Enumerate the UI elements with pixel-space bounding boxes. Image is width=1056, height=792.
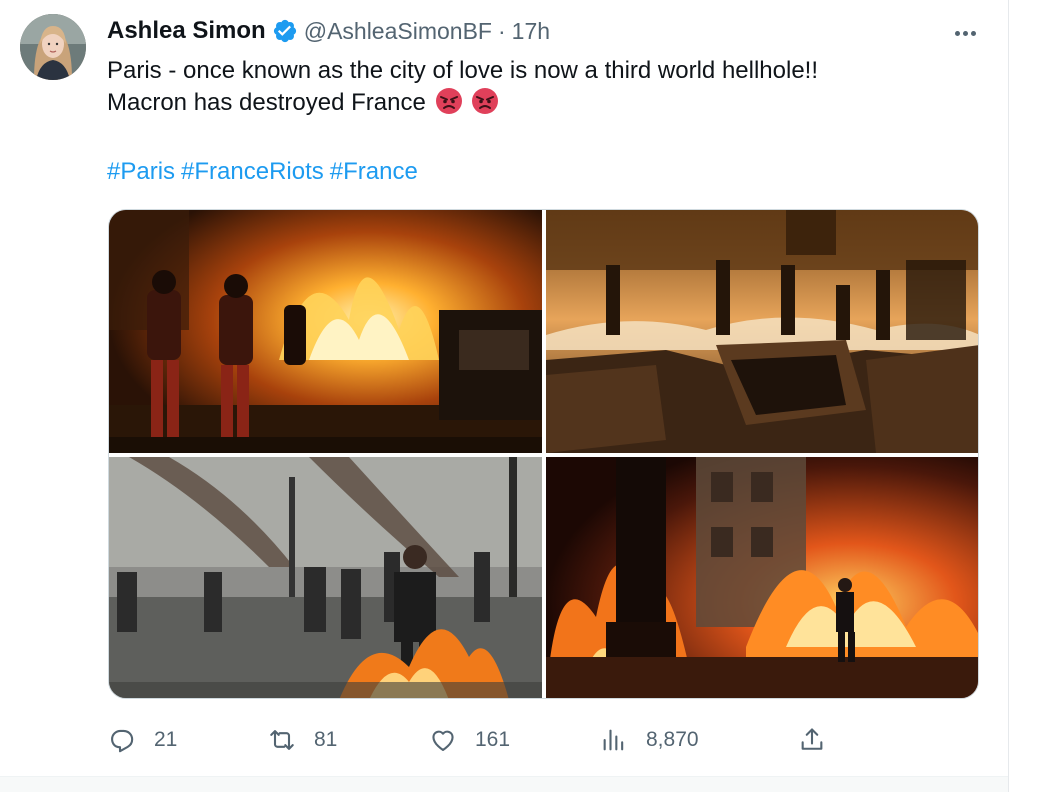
retweet-icon: [270, 730, 294, 750]
reply-icon: [111, 729, 134, 753]
share-button[interactable]: [798, 722, 826, 758]
tweet-card[interactable]: Ashlea Simon @AshleaSimonBF · 17h Paris …: [0, 0, 1008, 776]
hashtag-franceriots[interactable]: #FranceRiots: [181, 158, 324, 185]
author-display-name[interactable]: Ashlea Simon: [107, 17, 266, 45]
media-grid: [108, 209, 979, 699]
hashtag-france[interactable]: #France: [330, 158, 418, 185]
views-chart-icon: [603, 729, 624, 751]
author-handle[interactable]: @AshleaSimonBF: [304, 18, 492, 45]
separator-dot: ·: [497, 17, 506, 44]
timeline-border: [1008, 0, 1009, 792]
tweet-text-line-1: Paris - once known as the city of love i…: [107, 57, 819, 84]
media-photo-2[interactable]: [546, 210, 978, 453]
like-count: 161: [475, 728, 511, 751]
photo-eiffel-tower-protesters-fire: [109, 457, 542, 698]
retweet-count: 81: [314, 728, 338, 751]
photo-man-running-from-flames: [546, 457, 978, 698]
tweet-actions-bar: 21 81 161 8,870: [0, 722, 1008, 758]
heart-icon: [432, 730, 454, 751]
hashtag-paris[interactable]: #Paris: [107, 158, 175, 185]
reply-count: 21: [154, 728, 178, 751]
avatar-image: [20, 14, 86, 80]
like-button[interactable]: 161: [429, 722, 510, 758]
tweet-timestamp[interactable]: 17h: [512, 18, 550, 45]
tweet-header: Ashlea Simon @AshleaSimonBF · 17h: [107, 16, 550, 46]
more-options-icon[interactable]: [950, 18, 980, 48]
photo-burned-vehicles-street: [546, 210, 978, 453]
tweet-text-line-2: Macron has destroyed France: [107, 87, 967, 119]
photo-firefighters-burning-car: [109, 210, 542, 453]
media-photo-3[interactable]: [109, 457, 542, 698]
media-photo-4[interactable]: [546, 457, 978, 698]
angry-face-icon: [471, 87, 499, 115]
angry-face-icon: [435, 87, 463, 115]
media-photo-1[interactable]: [109, 210, 542, 453]
views-count: 8,870: [646, 728, 699, 751]
views-button[interactable]: 8,870: [600, 722, 699, 758]
tweet-text-line-2-text: Macron has destroyed France: [107, 89, 426, 116]
share-icon: [801, 728, 823, 750]
avatar[interactable]: [20, 14, 86, 80]
tweet-text: Paris - once known as the city of love i…: [107, 55, 967, 119]
hashtag-list: #Paris #FranceRiots #France: [107, 156, 424, 188]
retweet-button[interactable]: 81: [268, 722, 337, 758]
reply-button[interactable]: 21: [108, 722, 177, 758]
verified-badge-icon: [272, 18, 298, 44]
next-tweet-edge: [0, 777, 1008, 792]
